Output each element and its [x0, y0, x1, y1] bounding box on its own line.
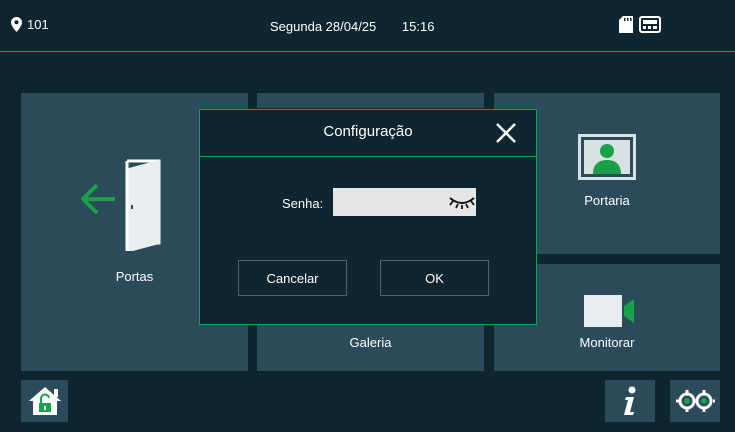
password-label: Senha:: [282, 196, 324, 211]
date-time: Segunda 28/04/25 15:16: [270, 19, 434, 34]
password-field-container: [333, 188, 476, 216]
location-indicator: 101: [11, 17, 49, 32]
apartment-number: 101: [27, 17, 49, 32]
tile-galeria[interactable]: Galeria: [257, 325, 484, 371]
info-button[interactable]: [605, 380, 655, 422]
cancel-button[interactable]: Cancelar: [238, 260, 347, 296]
tile-label-monitorar: Monitorar: [579, 335, 635, 350]
info-icon: [624, 386, 636, 415]
close-icon: [496, 123, 516, 143]
door-exit-icon: [81, 159, 161, 251]
settings-button[interactable]: [670, 380, 720, 422]
config-dialog: Configuração Senha: Cancelar OK: [199, 109, 537, 325]
location-pin-icon: [11, 17, 22, 32]
camera-icon: [584, 295, 634, 327]
password-input[interactable]: [333, 188, 448, 216]
eye-closed-icon: [449, 197, 475, 209]
sd-card-icon: [619, 16, 633, 33]
portaria-person-icon: [578, 134, 636, 180]
dialog-header: Configuração: [200, 110, 536, 157]
intercom-device-icon: [639, 16, 661, 33]
status-icons: [619, 16, 661, 33]
toggle-password-visibility[interactable]: [448, 188, 476, 216]
settings-icon: [676, 390, 715, 412]
date-text: Segunda 28/04/25: [270, 19, 377, 34]
status-bar: 101 Segunda 28/04/25 15:16: [0, 0, 735, 52]
dialog-title: Configuração: [323, 123, 413, 140]
close-button[interactable]: [494, 121, 518, 145]
time-text: 15:16: [401, 19, 435, 34]
home-unlock-button[interactable]: [21, 380, 68, 422]
tile-top-middle[interactable]: [257, 93, 484, 108]
tile-label-galeria: Galeria: [349, 335, 392, 350]
home-unlock-icon: [28, 387, 61, 415]
ok-button[interactable]: OK: [380, 260, 489, 296]
